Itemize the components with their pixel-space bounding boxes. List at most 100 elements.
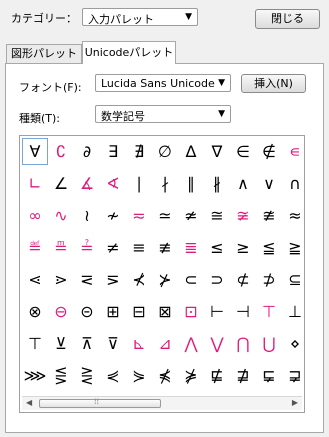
symbol-cell[interactable]: ≦ bbox=[256, 234, 282, 261]
symbol-cell[interactable]: ⊥ bbox=[282, 298, 308, 325]
symbol-cell[interactable]: ⊽ bbox=[100, 330, 126, 357]
symbol-cell[interactable]: ⋃ bbox=[256, 330, 282, 357]
symbol-cell[interactable]: ≝ bbox=[22, 234, 48, 261]
symbol-cell[interactable]: ≞ bbox=[48, 234, 74, 261]
symbol-cell[interactable]: ⋥ bbox=[282, 362, 308, 389]
symbol-cell[interactable]: ∇ bbox=[204, 138, 230, 165]
symbol-cell[interactable]: ⋛ bbox=[74, 362, 100, 389]
symbol-cell[interactable]: ⊀ bbox=[126, 266, 152, 293]
symbol-cell[interactable]: ∡ bbox=[74, 170, 100, 197]
symbol-cell[interactable]: ∁ bbox=[48, 138, 74, 165]
symbol-cell[interactable]: ∂ bbox=[74, 138, 100, 165]
symbol-cell[interactable]: ∟ bbox=[22, 170, 48, 197]
symbol-cell[interactable]: ⋚ bbox=[48, 362, 74, 389]
symbol-cell[interactable]: ≣ bbox=[178, 234, 204, 261]
symbol-cell[interactable]: ⊾ bbox=[126, 330, 152, 357]
symbol-cell[interactable]: ∣ bbox=[126, 170, 152, 197]
symbol-cell[interactable]: ⊞ bbox=[100, 298, 126, 325]
symbol-cell[interactable]: ⋀ bbox=[178, 330, 204, 357]
scroll-thumb[interactable]: ⁞⁞ bbox=[39, 397, 161, 408]
symbol-cell[interactable]: ⋟ bbox=[126, 362, 152, 389]
symbol-cell[interactable]: ∄ bbox=[126, 138, 152, 165]
symbol-cell[interactable]: ≧ bbox=[282, 234, 308, 261]
symbol-cell[interactable]: ≂ bbox=[126, 202, 152, 229]
scroll-right-icon[interactable]: ▶ bbox=[292, 398, 298, 407]
symbol-cell[interactable]: ∊ bbox=[282, 138, 308, 165]
symbol-cell[interactable]: ≤ bbox=[204, 234, 230, 261]
category-select[interactable]: 入力パレット ▼ bbox=[82, 8, 198, 26]
symbol-cell[interactable]: ≀ bbox=[74, 202, 100, 229]
symbol-cell[interactable]: ∞ bbox=[22, 202, 48, 229]
symbol-cell[interactable]: ≁ bbox=[100, 202, 126, 229]
symbol-cell[interactable]: ∠ bbox=[48, 170, 74, 197]
symbol-cell[interactable]: ⊻ bbox=[48, 330, 74, 357]
symbol-cell[interactable]: ∢ bbox=[100, 170, 126, 197]
kind-select[interactable]: 数学記号 ▼ bbox=[95, 105, 231, 123]
symbol-cell[interactable]: ⊠ bbox=[152, 298, 178, 325]
symbol-cell[interactable]: ⊣ bbox=[230, 298, 256, 325]
symbol-cell[interactable]: ≃ bbox=[152, 202, 178, 229]
symbol-cell[interactable]: ⊂ bbox=[178, 266, 204, 293]
symbol-cell[interactable]: ⊅ bbox=[256, 266, 282, 293]
symbol-cell[interactable]: ⊁ bbox=[152, 266, 178, 293]
symbol-cell[interactable]: ≆ bbox=[230, 202, 256, 229]
tab-shape-palette[interactable]: 図形パレット bbox=[6, 44, 82, 64]
symbol-cell[interactable]: ∥ bbox=[178, 170, 204, 197]
symbol-cell[interactable]: ⋣ bbox=[230, 362, 256, 389]
symbol-cell[interactable]: ⋙ bbox=[22, 362, 48, 389]
symbol-cell[interactable]: ⊤ bbox=[22, 330, 48, 357]
symbol-cell[interactable]: ⊢ bbox=[204, 298, 230, 325]
symbol-cell[interactable]: ≥ bbox=[230, 234, 256, 261]
symbol-cell[interactable]: ∃ bbox=[100, 138, 126, 165]
symbol-cell[interactable]: ∤ bbox=[152, 170, 178, 197]
symbol-cell[interactable]: ≟ bbox=[74, 234, 100, 261]
symbol-cell[interactable]: ⋖ bbox=[22, 266, 48, 293]
symbol-cell[interactable]: ≠ bbox=[100, 234, 126, 261]
symbol-cell[interactable]: ⋝ bbox=[100, 266, 126, 293]
symbol-cell[interactable]: ∦ bbox=[204, 170, 230, 197]
symbol-cell[interactable]: ≅ bbox=[204, 202, 230, 229]
symbol-cell[interactable]: ∉ bbox=[256, 138, 282, 165]
horizontal-scrollbar[interactable]: ◀ ⁞⁞ ▶ bbox=[22, 396, 302, 410]
symbol-cell[interactable]: ∿ bbox=[48, 202, 74, 229]
symbol-cell[interactable]: ⊄ bbox=[230, 266, 256, 293]
symbol-cell[interactable]: ≢ bbox=[152, 234, 178, 261]
symbol-cell[interactable]: ∨ bbox=[256, 170, 282, 197]
symbol-cell[interactable]: ⋂ bbox=[230, 330, 256, 357]
symbol-cell[interactable]: ∩ bbox=[282, 170, 308, 197]
symbol-cell[interactable]: ⊡ bbox=[178, 298, 204, 325]
symbol-cell[interactable]: ⋢ bbox=[204, 362, 230, 389]
symbol-cell[interactable]: ≇ bbox=[256, 202, 282, 229]
symbol-cell[interactable]: ⊝ bbox=[74, 298, 100, 325]
symbol-cell[interactable]: ≄ bbox=[178, 202, 204, 229]
close-button[interactable]: 閉じる bbox=[255, 9, 320, 29]
symbol-cell[interactable]: ⋤ bbox=[256, 362, 282, 389]
symbol-cell[interactable]: ⋗ bbox=[48, 266, 74, 293]
symbol-cell[interactable]: ⊖ bbox=[48, 298, 74, 325]
symbol-cell[interactable]: ⋠ bbox=[152, 362, 178, 389]
symbol-cell[interactable]: ∆ bbox=[178, 138, 204, 165]
symbol-cell[interactable]: ⋁ bbox=[204, 330, 230, 357]
symbol-cell[interactable]: ≈ bbox=[282, 202, 308, 229]
insert-button[interactable]: 挿入(N) bbox=[241, 74, 306, 93]
symbol-cell[interactable]: ⋡ bbox=[178, 362, 204, 389]
symbol-cell[interactable]: ⊟ bbox=[126, 298, 152, 325]
scroll-left-icon[interactable]: ◀ bbox=[26, 398, 32, 407]
symbol-cell[interactable]: ⊿ bbox=[152, 330, 178, 357]
symbol-cell[interactable]: ⋄ bbox=[282, 330, 308, 357]
symbol-cell[interactable]: ⊗ bbox=[22, 298, 48, 325]
symbol-cell[interactable]: ∀ bbox=[22, 138, 48, 165]
symbol-cell[interactable]: ⊼ bbox=[74, 330, 100, 357]
tab-unicode-palette[interactable]: Unicodeパレット bbox=[82, 41, 176, 64]
symbol-cell[interactable]: ⋞ bbox=[100, 362, 126, 389]
symbol-cell[interactable]: ∈ bbox=[230, 138, 256, 165]
symbol-cell[interactable]: ⊤ bbox=[256, 298, 282, 325]
symbol-cell[interactable]: ∅ bbox=[152, 138, 178, 165]
font-select[interactable]: Lucida Sans Unicode ▼ bbox=[95, 74, 231, 92]
symbol-cell[interactable]: ≡ bbox=[126, 234, 152, 261]
symbol-cell[interactable]: ∧ bbox=[230, 170, 256, 197]
symbol-grid[interactable]: ∀ ∁ ∂ ∃ ∄ ∅ ∆ ∇ ∈ ∉ ∊ ∟ ∠ ∡ ∢ ∣ ∤ ∥ ∦ ∧ ∨ ∩ ∞ ∿ ≀ ≁ ≂ ≃ ≄ ≅ ≆ ≇ ≈ ≝ ≞ ≟ ≠ ≡ ≢ ≣… bbox=[19, 135, 305, 413]
symbol-cell[interactable]: ⋜ bbox=[74, 266, 100, 293]
symbol-cell[interactable]: ⊃ bbox=[204, 266, 230, 293]
symbol-cell[interactable]: ⊆ bbox=[282, 266, 308, 293]
